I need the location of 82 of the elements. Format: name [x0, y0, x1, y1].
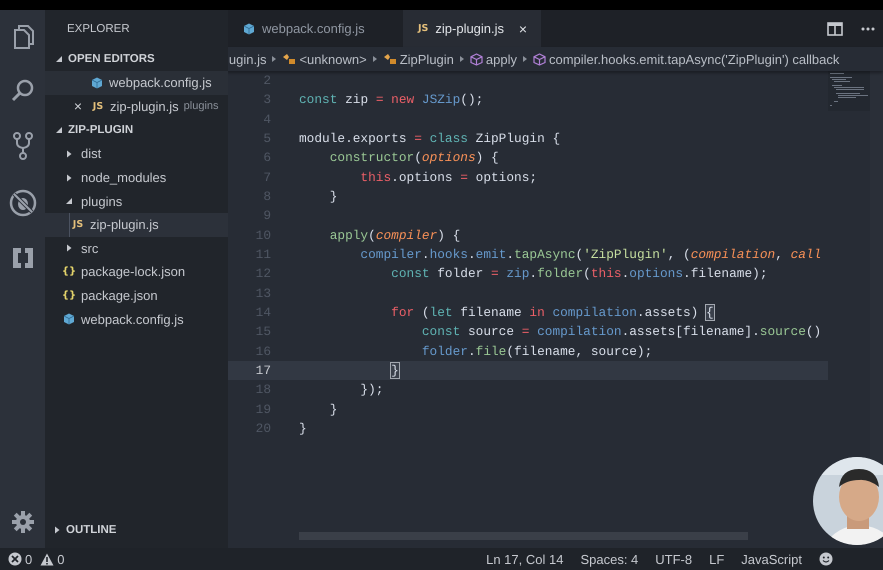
folder-item[interactable]: plugins — [45, 189, 228, 213]
separator-chevron-icon — [372, 55, 378, 63]
code-text: } — [390, 363, 399, 378]
file-type-icon: JS — [72, 219, 84, 230]
expanded-chevron-icon[interactable] — [55, 126, 63, 134]
webpack-cube-icon — [91, 76, 103, 89]
open-editor-item[interactable]: × JS zip-plugin.js plugins — [45, 94, 228, 118]
webpack-cube-icon — [243, 22, 255, 34]
status-item[interactable]: Spaces: 4 — [580, 552, 638, 566]
close-icon[interactable]: × — [518, 20, 527, 36]
section-header[interactable]: OUTLINE — [66, 524, 116, 536]
code-text: apply(compiler) { — [328, 228, 460, 243]
code-text: } — [328, 402, 338, 417]
minimap-drawing[interactable] — [828, 71, 870, 111]
webpack-cube-icon — [63, 313, 75, 326]
warning-count[interactable]: 0 — [57, 552, 64, 566]
code-text: }); — [359, 382, 384, 398]
breadcrumb[interactable]: apply — [470, 52, 517, 66]
code-text: this.options = options; — [359, 170, 538, 185]
collapsed-chevron-icon[interactable] — [53, 526, 61, 534]
folder-item[interactable]: node_modules — [45, 166, 228, 190]
warning-icon[interactable] — [40, 552, 54, 566]
collapsed-chevron-icon[interactable] — [65, 150, 73, 158]
code-text: constructor(options) { — [328, 150, 499, 166]
separator-chevron-icon — [522, 55, 528, 63]
status-item[interactable]: UTF-8 — [655, 552, 692, 566]
file-type-icon: JS — [92, 100, 104, 112]
cube-icon — [532, 52, 546, 66]
line-number: 17 — [254, 363, 271, 378]
file-item[interactable]: {} package-lock.json — [45, 260, 228, 284]
separator-chevron-icon — [458, 55, 465, 63]
open-editor-item[interactable]: webpack.config.js — [45, 71, 228, 95]
panel-title: EXPLORER — [66, 22, 131, 36]
file-item[interactable]: JS zip-plugin.js — [45, 212, 228, 237]
code-text: const source = compilation.assets[filename].source() — [420, 324, 822, 340]
collapsed-chevron-icon[interactable] — [65, 244, 73, 252]
file-type-icon: {} — [62, 266, 76, 278]
collapsed-chevron-icon[interactable] — [65, 174, 73, 182]
debug-icon[interactable] — [8, 189, 36, 217]
code-text: } — [328, 189, 338, 204]
file-type-icon: {} — [62, 290, 76, 302]
status-item[interactable]: JavaScript — [741, 552, 802, 566]
file-name: webpack.config.js — [109, 75, 212, 90]
search-icon[interactable] — [10, 79, 34, 103]
folder-hint: plugins — [184, 100, 219, 112]
folder-item[interactable]: dist — [45, 142, 228, 166]
code-text: folder.file(filename, source); — [420, 344, 652, 359]
code-text: compiler.hooks.emit.tapAsync('ZipPlugin', (compilation, call — [359, 247, 822, 262]
code-text: for (let filename in compilation.assets) { — [390, 305, 714, 320]
extensions-icon[interactable] — [10, 246, 34, 270]
smiley-icon[interactable] — [819, 552, 833, 566]
more-actions-icon[interactable] — [861, 26, 875, 30]
breadcrumb[interactable]: lugin.js — [228, 52, 266, 66]
code-text: } — [299, 421, 307, 436]
cube-icon — [470, 52, 483, 66]
breadcrumb[interactable]: <unknown> — [282, 52, 367, 66]
separator-chevron-icon — [271, 55, 278, 63]
breadcrumb[interactable]: compiler.hooks.emit.tapAsync('ZipPlugin') callback — [532, 52, 840, 66]
file-type-icon: JS — [418, 23, 428, 34]
expanded-chevron-icon[interactable] — [65, 197, 73, 206]
code-text: const zip = new JSZip(); — [299, 92, 484, 108]
breadcrumb[interactable]: ZipPlugin — [382, 52, 454, 66]
status-item[interactable]: Ln 17, Col 14 — [486, 552, 564, 566]
settings-icon[interactable] — [10, 510, 34, 534]
error-icon[interactable] — [8, 552, 22, 566]
symbol-icon — [282, 53, 296, 65]
file-item[interactable]: webpack.config.js — [45, 307, 228, 331]
code-text: module.exports = class ZipPlugin { — [299, 131, 560, 146]
split-editor-icon[interactable] — [827, 22, 843, 36]
folder-item[interactable]: src — [45, 236, 228, 260]
source-control-icon[interactable] — [12, 132, 34, 160]
file-item[interactable]: {} package.json — [45, 284, 228, 308]
editor-tab[interactable]: JS zip-plugin.js × — [403, 10, 541, 47]
code-text: const folder = zip.folder(this.options.filename); — [390, 266, 768, 282]
section-header[interactable]: ZIP-PLUGIN — [68, 122, 134, 138]
error-count[interactable]: 0 — [25, 552, 32, 566]
close-icon[interactable]: × — [71, 98, 85, 114]
section-header[interactable]: OPEN EDITORS — [68, 51, 155, 67]
file-name: zip-plugin.js — [110, 98, 179, 114]
symbol-icon — [382, 53, 397, 65]
expanded-chevron-icon[interactable] — [55, 55, 63, 63]
status-item[interactable]: LF — [709, 552, 724, 566]
